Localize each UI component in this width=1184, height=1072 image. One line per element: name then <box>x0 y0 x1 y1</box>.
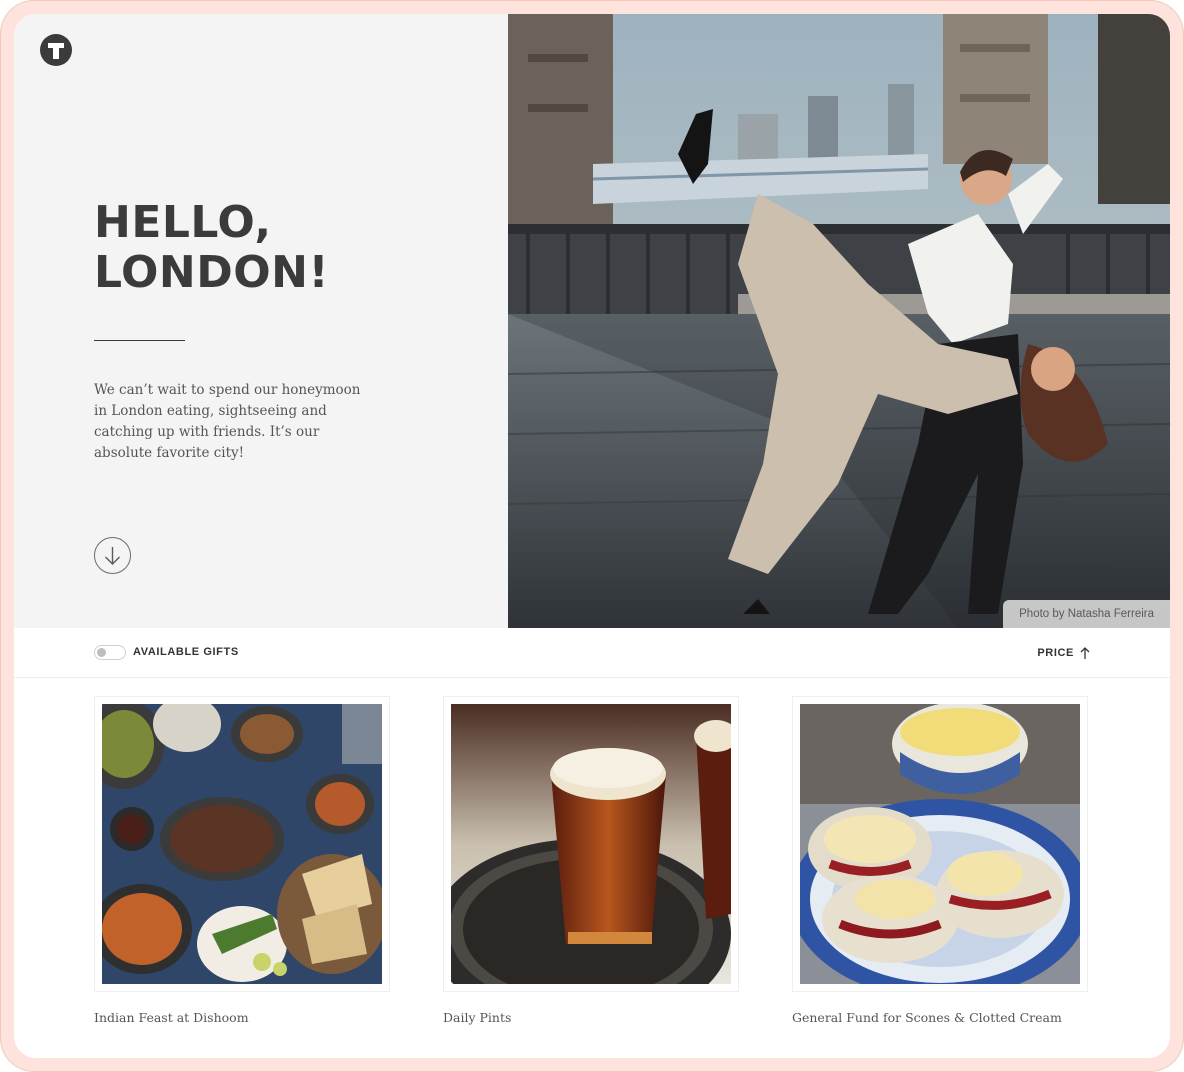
filter-bar: AVAILABLE GIFTS PRICE <box>14 628 1170 678</box>
gift-card[interactable]: Daily Pints <box>443 696 739 1025</box>
arrow-down-icon <box>105 547 120 565</box>
hero-photo: Photo by Natasha Ferreira <box>508 14 1170 628</box>
gift-name[interactable]: General Fund for Scones & Clotted Cream <box>792 1010 1088 1025</box>
indian-feast-photo <box>102 704 382 984</box>
gift-image-frame[interactable] <box>94 696 390 992</box>
gift-name[interactable]: Indian Feast at Dishoom <box>94 1010 390 1025</box>
registry-page: HELLO, LONDON! We can’t wait to spend ou… <box>14 14 1170 1058</box>
hero-panel: HELLO, LONDON! We can’t wait to spend ou… <box>14 14 508 628</box>
available-gifts-label[interactable]: AVAILABLE GIFTS <box>133 646 239 658</box>
hero-description: We can’t wait to spend our honeymoon in … <box>94 382 361 461</box>
available-gifts-toggle[interactable] <box>94 645 126 660</box>
gift-name[interactable]: Daily Pints <box>443 1010 739 1025</box>
beer-pints-photo <box>451 704 731 984</box>
scroll-down-button[interactable] <box>94 537 131 574</box>
gift-image-frame[interactable] <box>443 696 739 992</box>
gift-card[interactable]: Indian Feast at Dishoom <box>94 696 390 1025</box>
gift-image-frame[interactable] <box>792 696 1088 992</box>
sort-by-price-button[interactable]: PRICE <box>1037 644 1090 662</box>
brand-logo-icon[interactable] <box>40 34 72 66</box>
toggle-knob <box>97 648 106 657</box>
sort-label: PRICE <box>1037 647 1074 659</box>
couple-dancing-photo <box>508 14 1170 628</box>
scones-photo <box>800 704 1080 984</box>
gift-card[interactable]: General Fund for Scones & Clotted Cream <box>792 696 1088 1025</box>
arrow-up-icon <box>1080 647 1090 659</box>
page-title: HELLO, LONDON! <box>94 197 330 298</box>
photo-credit: Photo by Natasha Ferreira <box>1003 600 1170 628</box>
title-divider <box>94 340 185 341</box>
